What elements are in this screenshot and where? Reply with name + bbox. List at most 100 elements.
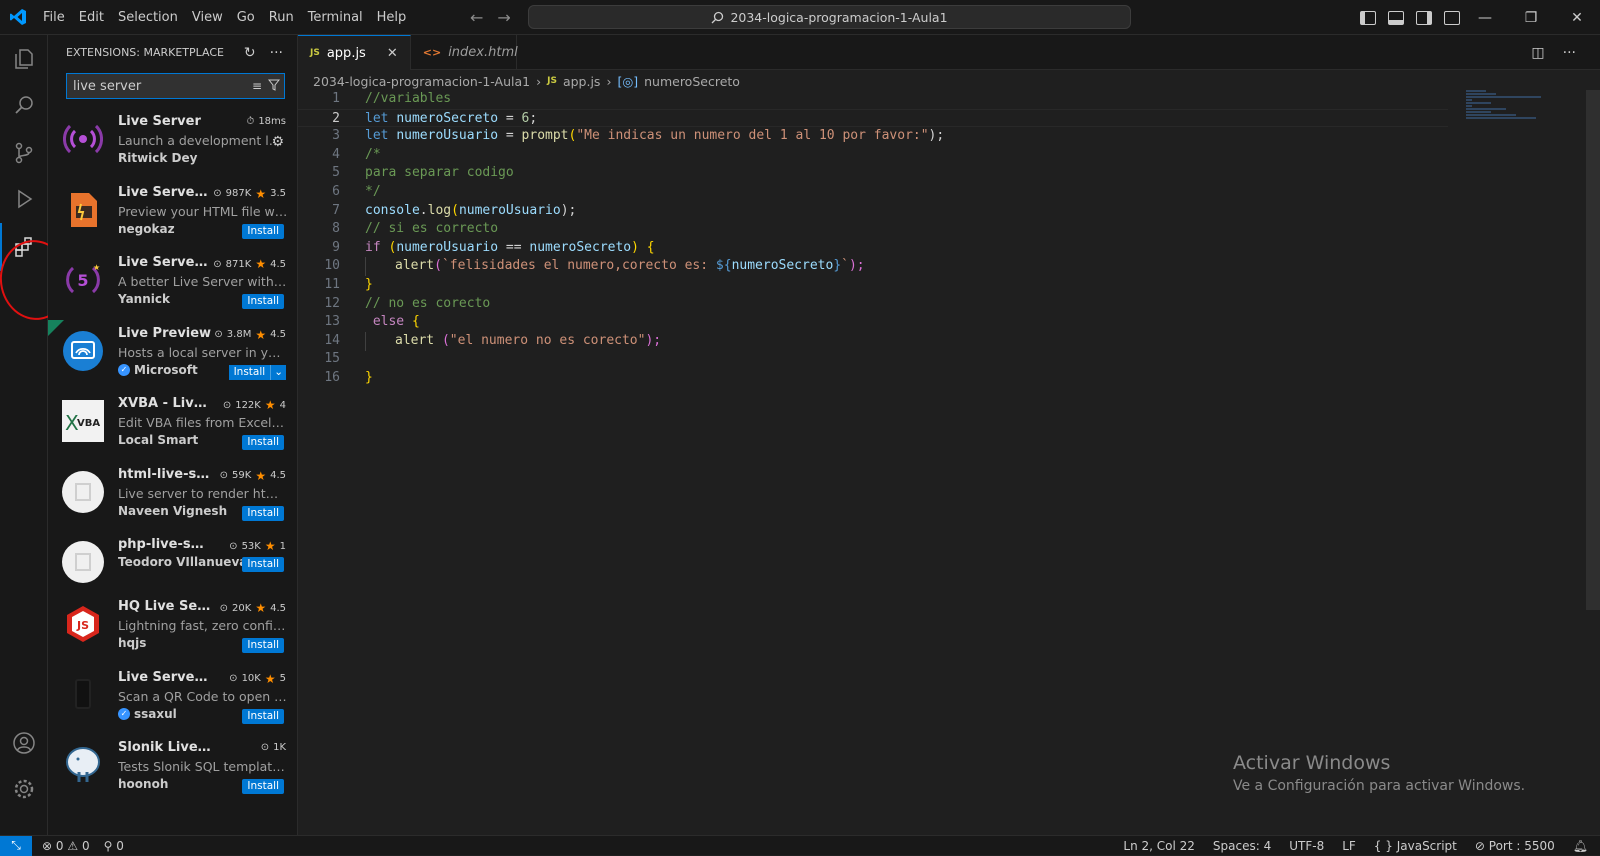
toggle-panel-icon[interactable] xyxy=(1388,10,1404,25)
filter-icon[interactable] xyxy=(267,79,281,94)
publisher-name: ssaxul xyxy=(134,706,177,721)
problems-indicator[interactable]: ⊗ 0 ⚠ 0 xyxy=(42,839,90,853)
toggle-secondary-sidebar-icon[interactable] xyxy=(1416,10,1432,25)
menu-view[interactable]: View xyxy=(185,0,230,35)
remote-indicator-icon[interactable]: ⤡ xyxy=(0,835,32,856)
line-number: 4 xyxy=(332,146,340,162)
extension-item[interactable]: JS HQ Live Server ⊙20K★4.5 Lightning fas… xyxy=(48,593,297,664)
extension-item[interactable]: 5★ Live Server (Five Server) ⊙871K★4.5 A… xyxy=(48,249,297,320)
manage-gear-icon[interactable] xyxy=(0,765,48,813)
clear-filter-icon[interactable]: ≡ xyxy=(252,79,262,94)
extension-item[interactable]: Slonik Live Server ⊙1K Tests Slonik SQL … xyxy=(48,734,297,805)
extension-item[interactable]: Live Preview ⊙ 3.8M ★ 4.5 Hosts a local ser… xyxy=(48,319,297,391)
breadcrumb-file[interactable]: app.js xyxy=(563,74,601,89)
publisher-name: hoonoh xyxy=(118,777,169,791)
toggle-primary-sidebar-icon[interactable] xyxy=(1360,10,1376,25)
install-button[interactable]: Install xyxy=(242,505,284,521)
breadcrumb-folder[interactable]: 2034-logica-programacion-1-Aula1 xyxy=(313,74,530,89)
end-of-line[interactable]: LF xyxy=(1342,839,1356,853)
rating: 4.5 xyxy=(270,602,286,614)
install-button[interactable]: Install xyxy=(228,364,271,380)
extension-name: Live Preview xyxy=(118,325,212,341)
line-number: 6 xyxy=(332,183,340,199)
install-button[interactable]: Install xyxy=(242,779,284,794)
publisher-name: hqjs xyxy=(118,636,147,650)
menu-help[interactable]: Help xyxy=(370,0,414,35)
menu-run[interactable]: Run xyxy=(262,0,301,35)
error-icon: ⊗ xyxy=(42,838,53,853)
install-button[interactable]: Install xyxy=(242,294,284,309)
variable-symbol-icon: [◎] xyxy=(617,73,639,89)
nav-arrows: ← → xyxy=(470,0,511,35)
install-button[interactable]: Install xyxy=(242,223,284,239)
menu-terminal[interactable]: Terminal xyxy=(301,0,370,35)
extension-description: Tests Slonik SQL template tags xyxy=(118,759,288,774)
line-number: 1 xyxy=(332,91,340,106)
back-arrow-icon[interactable]: ← xyxy=(470,8,483,27)
customize-layout-icon[interactable] xyxy=(1444,10,1460,25)
indentation[interactable]: Spaces: 4 xyxy=(1213,839,1271,853)
minimize-icon[interactable]: — xyxy=(1462,0,1508,35)
code-line: if (numeroUsuario == numeroSecreto) { xyxy=(365,239,655,255)
install-button[interactable]: Install xyxy=(242,435,284,450)
ports-indicator[interactable]: ⚲ 0 xyxy=(104,839,124,853)
line-number: 7 xyxy=(332,202,340,218)
extension-stats: ⊙ 987K ★ 3.5 xyxy=(213,187,286,201)
extension-description: A better Live Server with instant updati… xyxy=(118,274,288,289)
extension-description: Scan a QR Code to open your live server xyxy=(118,688,288,704)
menu-go[interactable]: Go xyxy=(230,0,262,35)
install-button[interactable]: Install xyxy=(242,638,284,653)
extension-item[interactable]: php-live-server ⊙53K★1 Teodoro VIllanuev… xyxy=(48,531,297,593)
search-activity-icon[interactable] xyxy=(0,81,48,129)
editor-area: JS app.js ✕ <> index.html ◫ ··· 2034-log… xyxy=(298,35,1600,835)
extension-item[interactable]: html-live-server ⊙59K★4.5 Live server to… xyxy=(48,461,297,532)
tab-app-js[interactable]: JS app.js ✕ xyxy=(298,35,411,70)
code-line: let numeroUsuario = prompt("Me indicas u… xyxy=(365,128,945,144)
accounts-icon[interactable] xyxy=(0,719,48,767)
minimap[interactable] xyxy=(1466,90,1546,130)
menu-file[interactable]: File xyxy=(36,0,72,35)
extension-item[interactable]: Live Server QR ⊙10K★5 Scan a QR Code to … xyxy=(48,664,297,735)
install-button[interactable]: Install xyxy=(242,557,284,572)
line-number: 11 xyxy=(324,276,340,292)
extension-search-box: ≡ xyxy=(66,73,285,99)
live-server-port[interactable]: ⊘ Port : 5500 xyxy=(1475,839,1555,853)
breadcrumb-symbol[interactable]: numeroSecreto xyxy=(644,74,740,89)
tab-index-html[interactable]: <> index.html xyxy=(411,35,518,70)
more-actions-icon[interactable]: ··· xyxy=(270,45,283,61)
extension-item[interactable]: XVBA XVBA - Live Server VBA ⊙122K★4 Edit… xyxy=(48,390,297,461)
extension-item[interactable]: Live Server Preview ⊙987K★3.5 Preview yo… xyxy=(48,179,297,250)
forward-arrow-icon[interactable]: → xyxy=(497,8,510,27)
svg-text:5: 5 xyxy=(77,271,88,290)
command-center[interactable]: 2034-logica-programacion-1-Aula1 xyxy=(528,5,1131,29)
extension-gear-icon[interactable]: ⚙ xyxy=(271,134,284,150)
restore-icon[interactable]: ❐ xyxy=(1508,0,1554,35)
source-control-icon[interactable] xyxy=(0,129,48,177)
menu-selection[interactable]: Selection xyxy=(111,0,185,35)
notifications-bell-icon[interactable]: 🔔︎ xyxy=(1573,839,1588,853)
install-button[interactable]: Install xyxy=(242,708,284,724)
extension-publisher: Teodoro VIllanueva xyxy=(118,555,247,569)
language-mode[interactable]: { } JavaScript xyxy=(1374,839,1457,853)
cursor-position[interactable]: Ln 2, Col 22 xyxy=(1123,839,1195,853)
default-extension-logo-icon xyxy=(62,470,104,513)
vertical-scrollbar[interactable] xyxy=(1586,90,1600,610)
run-debug-icon[interactable] xyxy=(0,175,48,223)
split-editor-icon[interactable]: ◫ xyxy=(1531,45,1544,61)
extension-name: Live Server xyxy=(118,114,201,129)
encoding[interactable]: UTF-8 xyxy=(1289,839,1324,853)
install-dropdown-chevron-icon[interactable]: ⌄ xyxy=(270,364,286,380)
extension-item[interactable]: Live Server ⏱ 18ms Launch a development l… xyxy=(48,108,297,179)
extension-name: Slonik Live Server xyxy=(118,740,212,755)
sidebar-header: EXTENSIONS: MARKETPLACE ↻ ··· xyxy=(48,35,297,70)
more-actions-icon[interactable]: ··· xyxy=(1563,45,1576,61)
menu-edit[interactable]: Edit xyxy=(72,0,111,35)
extension-search-input[interactable] xyxy=(67,78,252,94)
close-window-icon[interactable]: ✕ xyxy=(1554,0,1600,35)
js-file-icon: JS xyxy=(310,48,320,58)
code-editor[interactable]: 1 //variables 2 let numeroSecreto = 6; 3 le… xyxy=(298,90,1448,388)
close-icon[interactable]: ✕ xyxy=(387,46,398,61)
refresh-icon[interactable]: ↻ xyxy=(244,45,256,61)
downloads-icon: ⊙ xyxy=(219,470,229,481)
explorer-icon[interactable] xyxy=(0,35,48,83)
